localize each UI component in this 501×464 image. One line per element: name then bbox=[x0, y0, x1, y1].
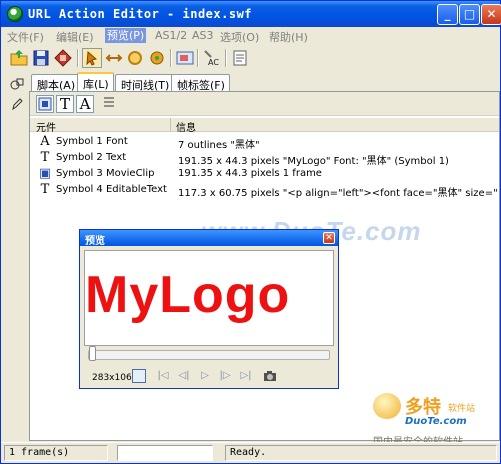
next-frame-icon[interactable]: |▷ bbox=[218, 369, 232, 383]
left-strip bbox=[3, 73, 29, 441]
table-row[interactable]: ▣ Symbol 3 MovieClip 191.35 x 44.3 pixel… bbox=[30, 166, 499, 182]
table-row[interactable]: T Symbol 4 EditableText 117.3 x 60.75 pi… bbox=[30, 182, 499, 200]
properties-icon[interactable] bbox=[230, 48, 250, 68]
column-divider[interactable] bbox=[170, 118, 171, 132]
swap-icon[interactable] bbox=[104, 48, 124, 68]
font-symbol-icon: A bbox=[40, 134, 50, 149]
toolbar: AC bbox=[1, 45, 500, 71]
wand-ac-icon[interactable]: AC bbox=[202, 48, 222, 68]
main-window: URL Action Editor - index.swf _ □ ✕ 文件(F… bbox=[0, 0, 501, 464]
table-row[interactable]: T Symbol 2 Text 191.35 x 44.3 pixels "My… bbox=[30, 150, 499, 168]
camera-icon[interactable] bbox=[263, 369, 277, 383]
menu-as3[interactable]: AS3 bbox=[192, 29, 214, 42]
brand-watermark: 多特 软件站 DuoTe.com 国内最安全的软件站 bbox=[369, 389, 500, 448]
open-folder-icon[interactable] bbox=[9, 48, 29, 68]
preview-dialog: 预览 ✕ MyLogo 283x106 |◁ ◁| ▷ |▷ ▷| bbox=[79, 229, 339, 389]
tab-library[interactable]: 库(L) bbox=[77, 72, 114, 91]
frame-slider-thumb[interactable] bbox=[89, 346, 96, 361]
minimize-button[interactable]: _ bbox=[437, 4, 458, 25]
preview-title-bar[interactable]: 预览 ✕ bbox=[80, 230, 338, 247]
library-filter-bar: T A bbox=[30, 92, 499, 116]
save-icon[interactable] bbox=[31, 48, 51, 68]
status-field[interactable] bbox=[117, 445, 213, 461]
svg-text:AC: AC bbox=[208, 58, 219, 67]
library-table-header: 元件 信息 bbox=[30, 118, 499, 134]
status-frames: 1 frame(s) bbox=[4, 445, 108, 461]
symbol-name: Symbol 2 Text bbox=[56, 152, 127, 163]
menu-as12[interactable]: AS1/2 bbox=[155, 29, 187, 42]
movieclip-symbol-icon: ▣ bbox=[38, 166, 52, 181]
mascot-icon bbox=[373, 393, 401, 419]
menu-preview[interactable]: 预览(P) bbox=[105, 28, 147, 43]
gear-icon[interactable] bbox=[147, 48, 167, 68]
title-bar[interactable]: URL Action Editor - index.swf _ □ ✕ bbox=[1, 1, 501, 27]
symbol-name: Symbol 3 MovieClip bbox=[56, 168, 155, 179]
maximize-button[interactable]: □ bbox=[459, 4, 480, 25]
brand-url: DuoTe.com bbox=[405, 416, 467, 427]
first-frame-icon[interactable]: |◁ bbox=[156, 369, 170, 383]
menu-file[interactable]: 文件(F) bbox=[7, 29, 44, 45]
table-row[interactable]: A Symbol 1 Font 7 outlines "黑体" bbox=[30, 134, 499, 152]
menu-help[interactable]: 帮助(H) bbox=[269, 29, 308, 45]
toolbar-separator bbox=[197, 49, 199, 67]
font-filter-icon[interactable]: A bbox=[76, 95, 94, 113]
close-button[interactable]: ✕ bbox=[481, 4, 501, 25]
symbol-name: Symbol 4 EditableText bbox=[56, 184, 167, 195]
text-filter-icon[interactable]: T bbox=[56, 95, 74, 113]
tab-frame-labels[interactable]: 帧标签(F) bbox=[171, 74, 230, 92]
column-symbol[interactable]: 元件 bbox=[36, 119, 56, 134]
play-icon[interactable]: ▷ bbox=[198, 369, 212, 383]
tab-strip: 脚本(A) 库(L) 时间线(T) 帧标签(F) bbox=[29, 72, 500, 92]
symbol-info: 191.35 x 44.3 pixels 1 frame bbox=[178, 168, 322, 179]
toolbar-separator bbox=[225, 49, 227, 67]
status-bar: 1 frame(s) Ready. bbox=[1, 442, 500, 463]
edittext-symbol-icon: T bbox=[40, 182, 50, 197]
app-icon bbox=[7, 6, 23, 22]
toolbar-separator bbox=[77, 49, 79, 67]
frame-slider-track[interactable] bbox=[88, 350, 330, 360]
symbol-name: Symbol 1 Font bbox=[56, 136, 128, 147]
last-frame-icon[interactable]: ▷| bbox=[239, 369, 253, 383]
shapes-icon[interactable] bbox=[9, 77, 25, 91]
tab-timeline[interactable]: 时间线(T) bbox=[115, 74, 175, 92]
fit-icon[interactable] bbox=[132, 369, 146, 383]
image-icon[interactable] bbox=[175, 48, 195, 68]
preview-canvas: MyLogo bbox=[84, 250, 334, 346]
preview-size-label: 283x106 bbox=[92, 373, 132, 383]
status-message: Ready. bbox=[225, 445, 497, 461]
preview-logo-text: MyLogo bbox=[85, 266, 291, 324]
export-icon[interactable] bbox=[53, 48, 73, 68]
pointer-icon[interactable] bbox=[82, 48, 102, 68]
text-symbol-icon: T bbox=[40, 150, 50, 165]
column-info[interactable]: 信息 bbox=[176, 119, 196, 134]
symbol-info: 7 outlines "黑体" bbox=[178, 140, 260, 151]
menu-edit[interactable]: 编辑(E) bbox=[56, 29, 94, 45]
circle-icon[interactable] bbox=[125, 48, 145, 68]
symbol-info: 117.3 x 60.75 pixels "<p align="left"><f… bbox=[178, 188, 498, 199]
toolbar-separator bbox=[170, 49, 172, 67]
preview-close-button[interactable]: ✕ bbox=[323, 232, 335, 244]
menu-bar: 文件(F) 编辑(E) 预览(P) AS1/2 AS3 选项(O) 帮助(H) bbox=[1, 27, 500, 44]
menu-options[interactable]: 选项(O) bbox=[220, 29, 259, 45]
pencil-icon[interactable] bbox=[9, 97, 25, 111]
prev-frame-icon[interactable]: ◁| bbox=[177, 369, 191, 383]
list-icon[interactable] bbox=[100, 95, 118, 113]
preview-title: 预览 bbox=[85, 236, 105, 247]
brand-sub: 软件站 bbox=[448, 404, 476, 414]
symbol-info: 191.35 x 44.3 pixels "MyLogo" Font: "黑体"… bbox=[178, 156, 449, 167]
image-filter-icon[interactable] bbox=[36, 95, 54, 113]
window-title: URL Action Editor - index.swf bbox=[28, 7, 253, 21]
tab-script[interactable]: 脚本(A) bbox=[31, 74, 81, 92]
